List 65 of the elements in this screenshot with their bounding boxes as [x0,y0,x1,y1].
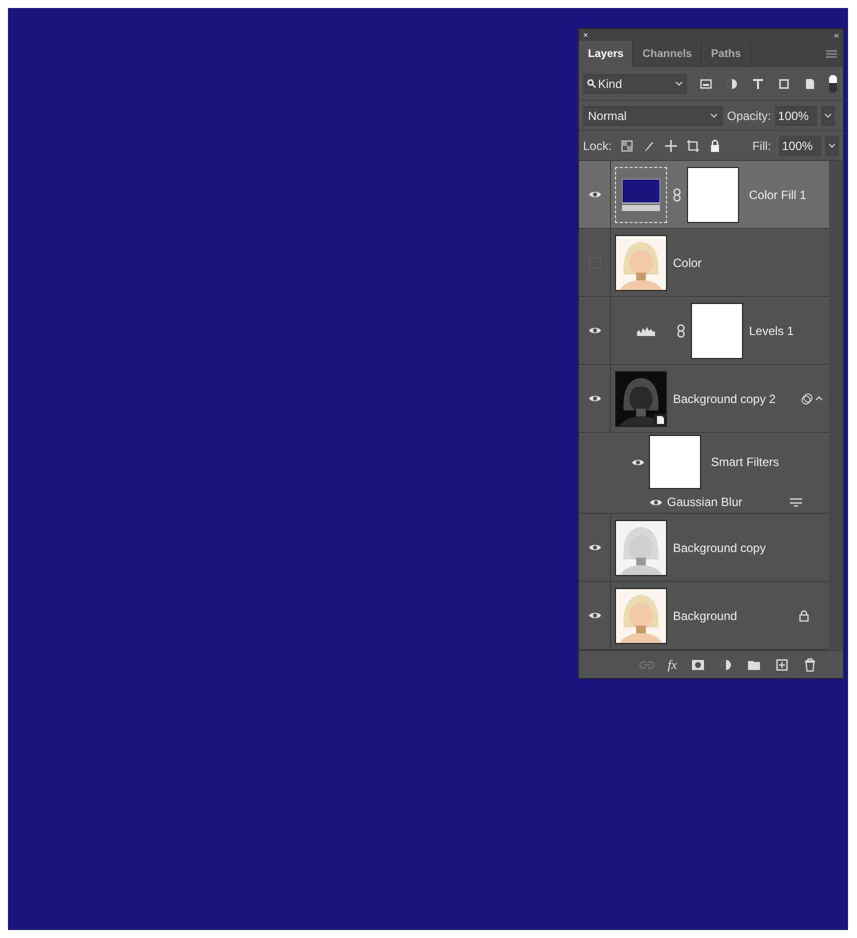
caret-icon [824,113,832,118]
collapse-button[interactable]: « [834,29,839,41]
smart-filters-label: Smart Filters [711,454,780,471]
menu-icon[interactable] [826,50,837,58]
caret-icon [675,81,683,86]
smart-filters-mask [649,435,701,489]
adjustment-filter-icon[interactable] [725,76,739,90]
filter-toggle[interactable] [829,74,837,92]
trash-icon[interactable] [803,658,817,672]
eye-icon[interactable] [588,190,602,199]
layer-row[interactable]: Background [579,582,829,650]
layer-row[interactable]: Levels 1 [579,297,829,365]
smart-filter-icon [801,392,813,404]
histogram-icon [637,326,655,336]
layer-name: Background copy 2 [673,390,776,408]
eye-icon[interactable] [588,394,602,403]
chain-link-icon [673,188,681,202]
layer-mask-thumbnail [687,166,739,222]
smart-object-badge-icon [654,414,666,426]
blending-options-icon[interactable] [789,497,803,507]
panel-tab[interactable]: Paths [702,41,751,67]
search-icon [587,79,596,88]
layer-row[interactable]: Color [579,229,829,297]
artboard-icon[interactable] [686,138,700,152]
fill-label: Fill: [752,138,771,154]
adjustment-layer-icon[interactable] [719,658,733,672]
layer-name: Background copy [673,540,766,556]
type-filter-icon[interactable] [751,76,765,90]
blend-mode-dropdown[interactable]: Normal [583,106,723,126]
eye-icon[interactable] [649,498,663,506]
eye-icon[interactable] [631,458,645,466]
eye-icon[interactable] [588,326,602,335]
filter-dropdown[interactable]: Kind [583,74,687,94]
new-layer-icon[interactable] [775,658,789,672]
smart-object-filter-icon[interactable] [803,76,817,90]
caret-icon [710,113,718,118]
shape-filter-icon[interactable] [777,76,791,90]
opacity-label: Opacity: [727,108,772,124]
image-filter-icon[interactable] [699,76,713,90]
chain-link-icon [677,324,685,338]
eye-icon[interactable] [588,543,602,552]
add-mask-icon[interactable] [691,658,705,672]
opacity-field[interactable]: 100% [775,106,818,126]
layer-row[interactable]: Background copy 2 [579,365,829,433]
close-button[interactable]: × [583,29,588,41]
caret-icon [828,143,836,148]
layer-name: Color Fill 1 [749,186,806,204]
lock-transparent-icon[interactable] [620,138,634,152]
fill-field[interactable]: 100% [779,136,821,156]
panel-tab[interactable]: Channels [633,41,702,67]
layer-name: Background [673,608,738,624]
color-fill-icon [622,178,660,210]
add-style-button[interactable]: fx [668,654,677,674]
layer-mask-thumbnail [691,302,743,358]
layer-row[interactable]: Background copy [579,514,829,582]
chevron-up-icon[interactable] [815,396,823,401]
filter-name: Gaussian Blur [667,494,744,511]
panel-tab[interactable]: Layers [579,41,634,67]
lock-label: Lock: [583,138,612,154]
eye-icon[interactable] [588,611,602,620]
move-icon[interactable] [664,138,678,152]
layer-name: Color [673,254,702,272]
layer-row[interactable]: Color Fill 1 [579,161,829,229]
filter-row[interactable]: Gaussian Blur [579,491,829,513]
layer-name: Levels 1 [749,322,794,340]
